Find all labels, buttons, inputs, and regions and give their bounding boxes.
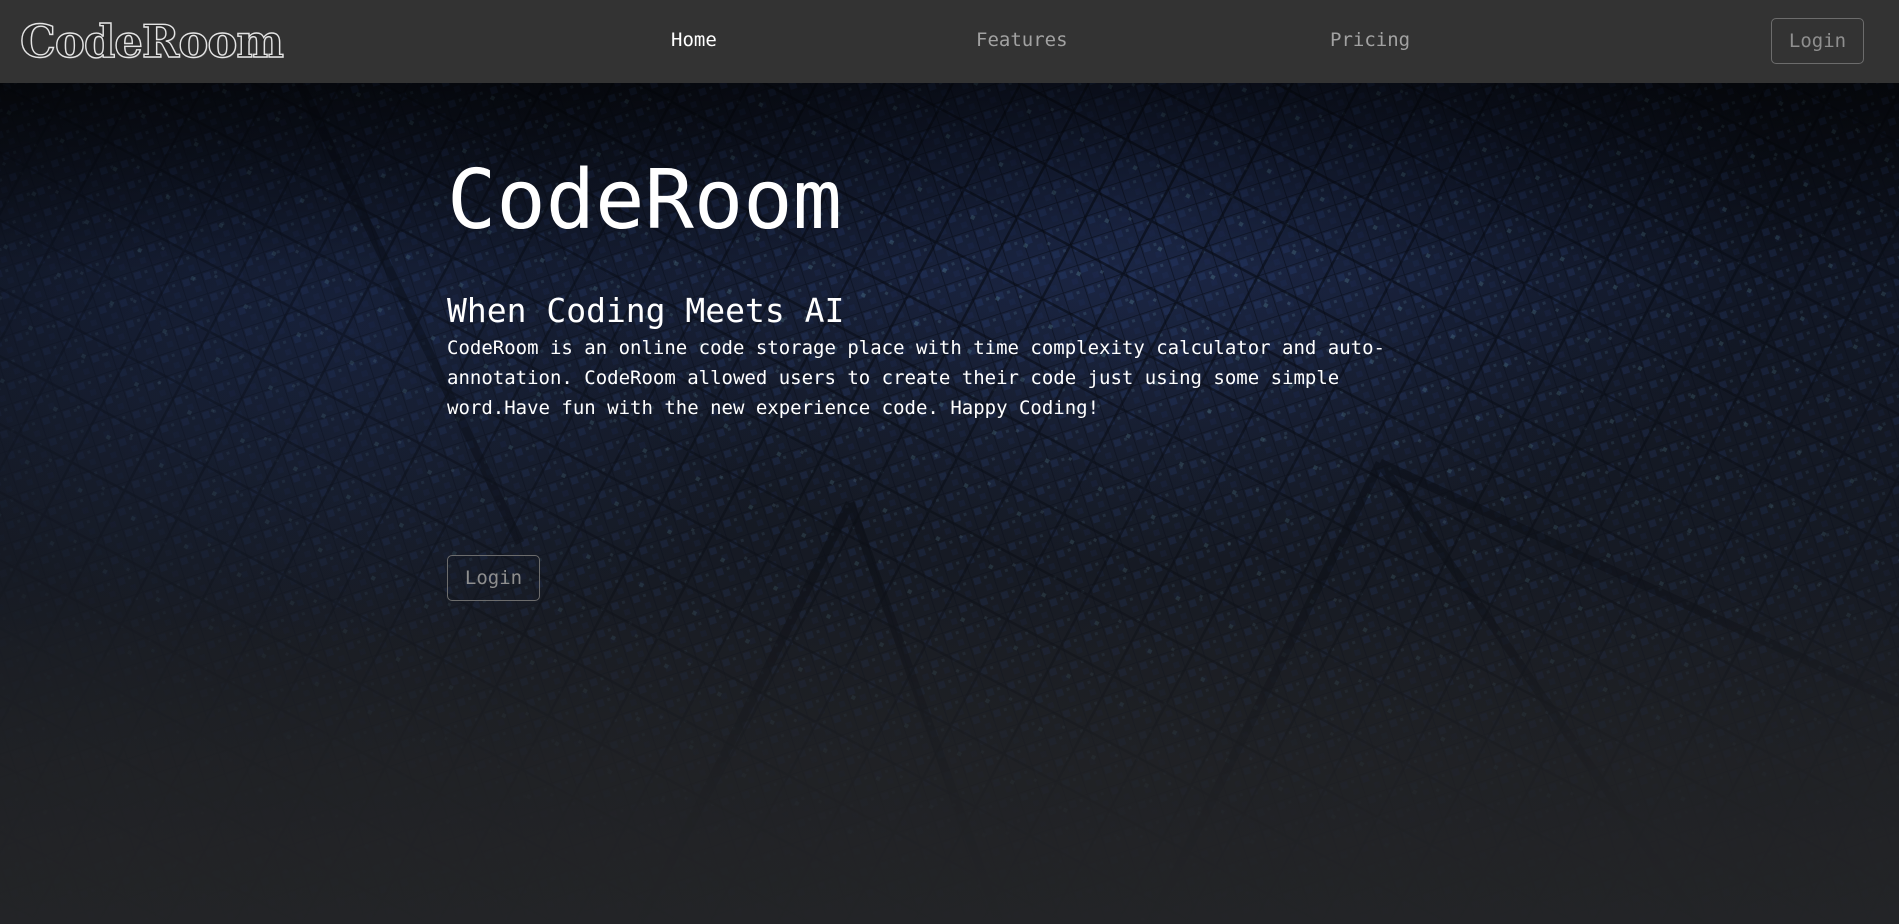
hero-title: CodeRoom (447, 153, 842, 248)
hero-subtitle: When Coding Meets AI (447, 291, 845, 330)
navbar: CodeRoom Home Features Pricing Login (0, 0, 1899, 83)
page: CodeRoom Home Features Pricing Login Cod… (0, 0, 1899, 924)
nav-features-link[interactable]: Features (976, 28, 1068, 52)
hero-description: CodeRoom is an online code storage place… (447, 337, 1385, 419)
nav-home-link[interactable]: Home (671, 28, 717, 52)
brand-logo[interactable]: CodeRoom (19, 14, 284, 70)
hero-login-button[interactable]: Login (447, 555, 540, 601)
nav-pricing-link[interactable]: Pricing (1330, 28, 1410, 52)
hero-content: CodeRoom When Coding Meets AI CodeRoom i… (447, 153, 1447, 423)
nav-login-button[interactable]: Login (1771, 18, 1864, 64)
